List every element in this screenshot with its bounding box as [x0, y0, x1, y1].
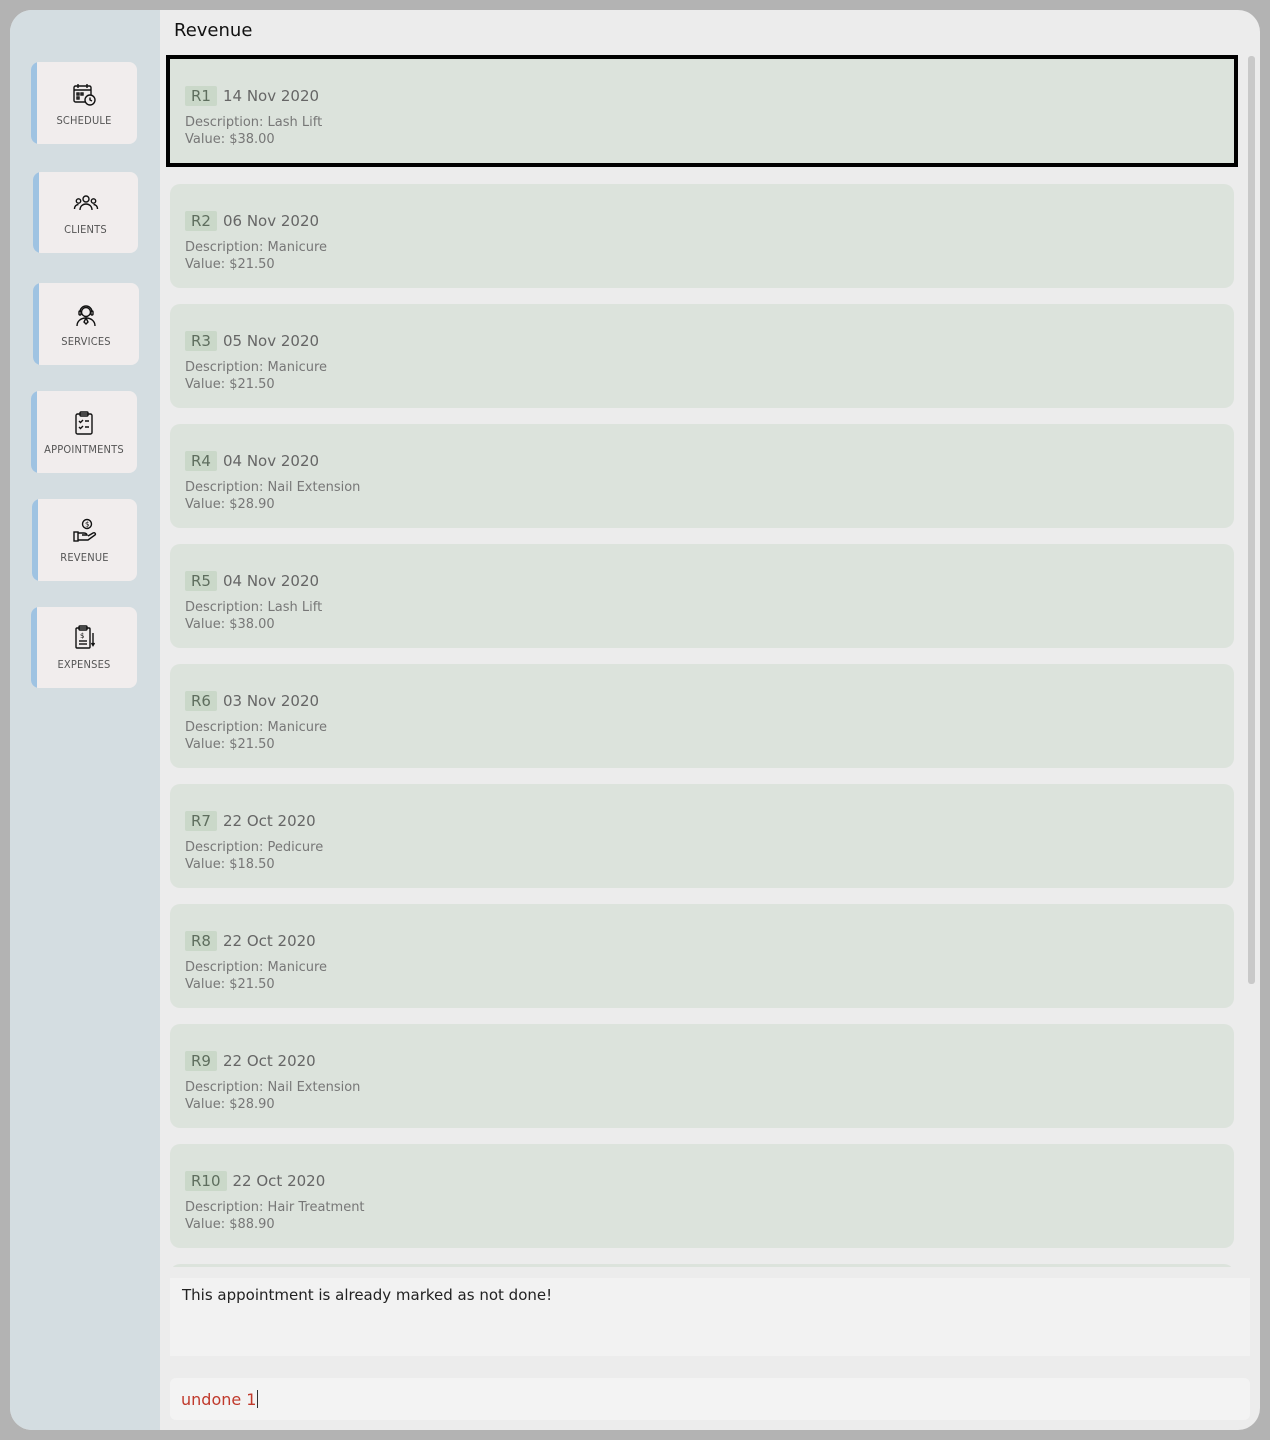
revenue-id-badge: R3 [185, 331, 217, 351]
sidebar-item-label: APPOINTMENTS [44, 442, 124, 456]
revenue-description: Description: Manicure [185, 960, 328, 975]
sidebar-item-revenue[interactable]: $ REVENUE [32, 499, 137, 581]
revenue-value: Value: $28.90 [185, 497, 275, 512]
revenue-card[interactable]: R7 22 Oct 2020 Description: Pedicure Valu… [170, 784, 1234, 888]
revenue-description: Description: Pedicure [185, 840, 324, 855]
sidebar-item-label: CLIENTS [64, 223, 107, 236]
revenue-id-badge: R6 [185, 691, 217, 711]
revenue-id-badge: R2 [185, 211, 217, 231]
calendar-clock-icon [70, 80, 98, 108]
revenue-list-scrollbar[interactable] [1248, 56, 1255, 984]
revenue-card[interactable]: R1 14 Nov 2020 Description: Lash Lift Val… [166, 55, 1238, 167]
command-text: undone 1 [181, 1389, 257, 1409]
revenue-date: 05 Nov 2020 [222, 332, 320, 350]
revenue-date: 06 Nov 2020 [222, 212, 320, 230]
svg-text:$: $ [85, 520, 89, 528]
person-headset-icon [72, 301, 100, 329]
revenue-date: 04 Nov 2020 [222, 572, 320, 590]
page-title: Revenue [174, 20, 253, 41]
revenue-value: Value: $21.50 [185, 377, 275, 392]
result-display: This appointment is already marked as no… [170, 1278, 1250, 1356]
revenue-description: Description: Manicure [185, 240, 328, 255]
revenue-value: Value: $18.50 [185, 857, 275, 872]
revenue-description: Description: Lash Lift [185, 115, 323, 130]
command-input[interactable]: undone 1 [170, 1378, 1250, 1420]
revenue-id-badge: R5 [185, 571, 217, 591]
sidebar-item-clients[interactable]: CLIENTS [33, 172, 138, 253]
sidebar-item-accent [31, 607, 37, 688]
revenue-id-badge: R4 [185, 451, 217, 471]
sidebar-item-expenses[interactable]: $ EXPENSES [31, 607, 137, 688]
hand-coin-icon: $ [71, 517, 99, 545]
revenue-date: 03 Nov 2020 [222, 692, 320, 710]
svg-text:$: $ [80, 632, 84, 640]
text-caret [257, 1390, 259, 1408]
revenue-date: 14 Nov 2020 [222, 87, 320, 105]
revenue-description: Description: Nail Extension [185, 1080, 361, 1095]
revenue-card[interactable]: R9 22 Oct 2020 Description: Nail Extensio… [170, 1024, 1234, 1128]
revenue-card[interactable] [170, 1264, 1234, 1267]
revenue-id-badge: R7 [185, 811, 217, 831]
revenue-value: Value: $21.50 [185, 737, 275, 752]
revenue-id-badge: R9 [185, 1051, 217, 1071]
sidebar-item-accent [33, 283, 39, 365]
revenue-card[interactable]: R2 06 Nov 2020 Description: Manicure Valu… [170, 184, 1234, 288]
revenue-card[interactable]: R4 04 Nov 2020 Description: Nail Extensio… [170, 424, 1234, 528]
revenue-date: 22 Oct 2020 [222, 932, 316, 950]
revenue-card[interactable]: R3 05 Nov 2020 Description: Manicure Valu… [170, 304, 1234, 408]
revenue-description: Description: Manicure [185, 720, 328, 735]
revenue-description: Description: Manicure [185, 360, 328, 375]
sidebar: SCHEDULE CLIENTS SERVICES APPOINTMENTS $… [10, 10, 160, 1430]
revenue-date: 22 Oct 2020 [232, 1172, 326, 1190]
sidebar-item-label: SERVICES [61, 334, 111, 348]
sidebar-item-accent [33, 172, 39, 253]
result-text: This appointment is already marked as no… [182, 1286, 553, 1304]
sidebar-item-label: EXPENSES [57, 658, 111, 671]
sidebar-item-accent [31, 62, 37, 144]
sidebar-item-label: SCHEDULE [56, 113, 112, 127]
revenue-value: Value: $21.50 [185, 257, 275, 272]
revenue-date: 22 Oct 2020 [222, 812, 316, 830]
people-icon [72, 189, 100, 217]
revenue-value: Value: $88.90 [185, 1217, 275, 1232]
revenue-card[interactable]: R10 22 Oct 2020 Description: Hair Treatme… [170, 1144, 1234, 1248]
sidebar-item-appointments[interactable]: APPOINTMENTS [31, 391, 137, 473]
sidebar-item-accent [32, 499, 38, 581]
revenue-date: 04 Nov 2020 [222, 452, 320, 470]
revenue-id-badge: R1 [185, 86, 217, 106]
sidebar-item-schedule[interactable]: SCHEDULE [31, 62, 137, 144]
revenue-list[interactable]: R1 14 Nov 2020 Description: Lash Lift Val… [164, 53, 1244, 1267]
revenue-description: Description: Nail Extension [185, 480, 361, 495]
revenue-value: Value: $38.00 [185, 617, 275, 632]
receipt-icon: $ [70, 624, 98, 652]
revenue-value: Value: $28.90 [185, 1097, 275, 1112]
clipboard-check-icon [70, 409, 98, 437]
revenue-id-badge: R10 [185, 1171, 227, 1191]
revenue-description: Description: Lash Lift [185, 600, 323, 615]
app-window: SCHEDULE CLIENTS SERVICES APPOINTMENTS $… [10, 10, 1260, 1430]
revenue-date: 22 Oct 2020 [222, 1052, 316, 1070]
sidebar-item-accent [31, 391, 37, 473]
sidebar-item-label: REVENUE [60, 550, 109, 564]
revenue-card[interactable]: R6 03 Nov 2020 Description: Manicure Valu… [170, 664, 1234, 768]
revenue-card[interactable]: R5 04 Nov 2020 Description: Lash Lift Val… [170, 544, 1234, 648]
revenue-value: Value: $21.50 [185, 977, 275, 992]
revenue-description: Description: Hair Treatment [185, 1200, 365, 1215]
revenue-card[interactable]: R8 22 Oct 2020 Description: Manicure Valu… [170, 904, 1234, 1008]
revenue-value: Value: $38.00 [185, 132, 275, 147]
sidebar-item-services[interactable]: SERVICES [33, 283, 139, 365]
revenue-id-badge: R8 [185, 931, 217, 951]
main-panel: Revenue R1 14 Nov 2020 Description: Lash … [160, 10, 1260, 1430]
